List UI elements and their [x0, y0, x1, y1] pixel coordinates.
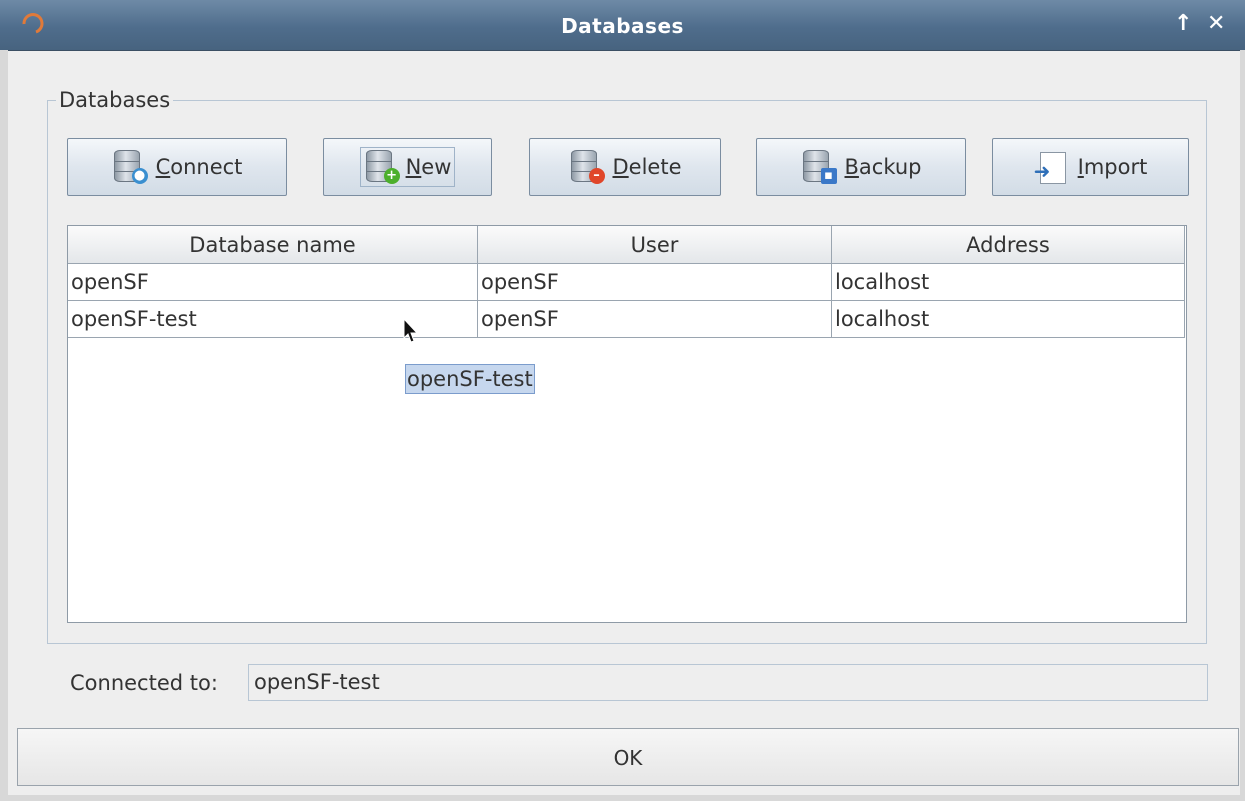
table-row[interactable]: openSF openSF localhost [68, 264, 1185, 301]
delete-button[interactable]: – Delete [529, 138, 721, 196]
database-backup-icon: ▪ [801, 150, 837, 184]
window-frame-left [0, 50, 8, 801]
new-button-label: New [405, 155, 452, 179]
ok-button[interactable]: OK [17, 728, 1239, 786]
import-icon: ➜ [1034, 150, 1070, 184]
import-button-label: Import [1077, 155, 1148, 179]
import-button[interactable]: ➜ Import [992, 138, 1189, 196]
close-icon[interactable]: ✕ [1207, 12, 1225, 36]
databases-table[interactable]: Database name User Address openSF openSF… [67, 225, 1187, 623]
databases-group-legend: Databases [59, 88, 171, 112]
column-header-user[interactable]: User [478, 226, 832, 264]
title-bar: Databases ↑ ✕ [0, 0, 1245, 51]
backup-button-label: Backup [844, 155, 922, 179]
connected-to-label: Connected to: [70, 671, 218, 695]
column-header-address[interactable]: Address [832, 226, 1185, 264]
cell-user[interactable]: openSF [478, 301, 832, 338]
connect-button[interactable]: ● Connect [67, 138, 287, 196]
window-title: Databases [561, 14, 684, 38]
connected-to-field: openSF-test [248, 664, 1208, 701]
cell-database-name[interactable]: openSF [68, 264, 478, 301]
cell-user[interactable]: openSF [478, 264, 832, 301]
database-delete-icon: – [569, 150, 605, 184]
maximize-icon[interactable]: ↑ [1174, 12, 1192, 36]
delete-button-label: Delete [612, 155, 682, 179]
cell-address[interactable]: localhost [832, 264, 1185, 301]
column-header-database-name[interactable]: Database name [68, 226, 478, 264]
window-frame-bottom [0, 795, 1245, 801]
cell-address[interactable]: localhost [832, 301, 1185, 338]
connect-button-label: Connect [155, 155, 243, 179]
database-add-icon: + [364, 150, 400, 184]
database-connect-icon: ● [112, 150, 148, 184]
drag-ghost-label: openSF-test [405, 364, 535, 394]
mouse-cursor-icon [403, 318, 419, 343]
table-header: Database name User Address [68, 226, 1185, 264]
table-row[interactable]: openSF-test openSF localhost [68, 301, 1185, 338]
backup-button[interactable]: ▪ Backup [756, 138, 966, 196]
window-frame-right [1240, 50, 1245, 801]
new-button[interactable]: + New [323, 138, 492, 196]
